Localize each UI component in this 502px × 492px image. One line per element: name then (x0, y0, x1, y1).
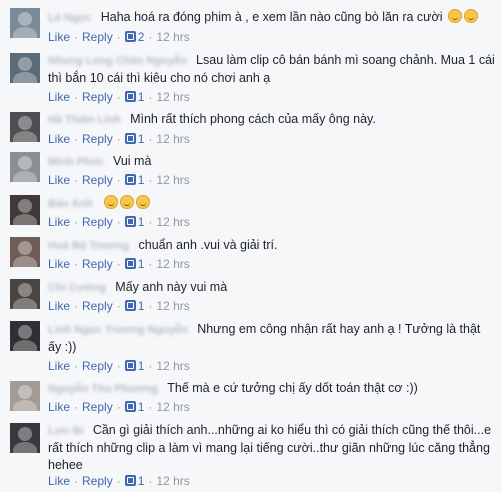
comment-text: Cần gì giải thích anh...những ai ko hiểu… (48, 423, 492, 472)
commenter-name[interactable]: Nhung Long Chân Nguyễn (48, 53, 187, 70)
commenter-name[interactable]: Bảo Anh (48, 196, 93, 213)
like-link[interactable]: Like (48, 257, 70, 271)
like-count-icon (124, 360, 136, 371)
reply-link[interactable]: Reply (82, 474, 113, 488)
like-count-icon (124, 174, 136, 185)
reply-link[interactable]: Reply (82, 215, 113, 229)
like-count[interactable]: 1 (138, 400, 145, 414)
like-link[interactable]: Like (48, 30, 70, 44)
comment-text: Haha hoá ra đóng phim à , e xem lần nào … (100, 10, 443, 24)
like-count[interactable]: 1 (138, 132, 145, 146)
like-link[interactable]: Like (48, 299, 70, 313)
reply-link[interactable]: Reply (82, 299, 113, 313)
comment-text: Thế mà e cứ tưởng chị ấy dốt toán thật c… (167, 381, 418, 395)
like-count[interactable]: 1 (138, 299, 145, 313)
like-count[interactable]: 1 (138, 215, 145, 229)
avatar[interactable] (10, 195, 40, 225)
timestamp[interactable]: 12 hrs (156, 299, 189, 313)
commenter-name[interactable]: Linh Ngọc Trương Nguyễn (48, 322, 188, 339)
commenter-name[interactable]: Hoà Bộ Trương (48, 238, 129, 255)
like-count[interactable]: 2 (138, 30, 145, 44)
commenter-name[interactable]: Minh Phúc (48, 154, 104, 171)
comment-text: Mình rất thích phong cách của mấy ông nà… (130, 112, 376, 126)
avatar[interactable] (10, 381, 40, 411)
timestamp[interactable]: 12 hrs (156, 132, 189, 146)
commenter-name[interactable]: Lê Ngọc (48, 10, 91, 27)
reply-link[interactable]: Reply (82, 30, 113, 44)
avatar[interactable] (10, 53, 40, 83)
like-count[interactable]: 1 (138, 90, 145, 104)
timestamp[interactable]: 12 hrs (156, 90, 189, 104)
like-link[interactable]: Like (48, 400, 70, 414)
like-count-icon (124, 401, 136, 412)
laughing-emoji-icon (447, 9, 462, 23)
avatar[interactable] (10, 423, 40, 453)
comment-text: Mấy anh này vui mà (115, 280, 228, 294)
like-count-icon (124, 91, 136, 102)
timestamp[interactable]: 12 hrs (156, 400, 189, 414)
like-count-icon (124, 300, 136, 311)
like-count-icon (124, 133, 136, 144)
like-count-icon (124, 475, 136, 486)
reply-link[interactable]: Reply (82, 400, 113, 414)
like-count-icon (124, 216, 136, 227)
timestamp[interactable]: 12 hrs (156, 30, 189, 44)
like-count[interactable]: 1 (138, 173, 145, 187)
comment-text: Vui mà (112, 154, 152, 168)
laughing-emoji-icon (136, 195, 151, 209)
like-link[interactable]: Like (48, 90, 70, 104)
avatar[interactable] (10, 279, 40, 309)
timestamp[interactable]: 12 hrs (156, 173, 189, 187)
laughing-emoji-icon (463, 9, 478, 23)
reply-link[interactable]: Reply (82, 359, 113, 373)
laughing-emoji-icon (120, 195, 135, 209)
avatar[interactable] (10, 112, 40, 142)
reply-link[interactable]: Reply (82, 257, 113, 271)
like-link[interactable]: Like (48, 474, 70, 488)
timestamp[interactable]: 12 hrs (156, 215, 189, 229)
like-count-icon (124, 31, 136, 42)
like-link[interactable]: Like (48, 132, 70, 146)
timestamp[interactable]: 12 hrs (156, 474, 189, 488)
avatar[interactable] (10, 8, 40, 38)
like-link[interactable]: Like (48, 173, 70, 187)
timestamp[interactable]: 12 hrs (156, 359, 189, 373)
like-link[interactable]: Like (48, 215, 70, 229)
like-count[interactable]: 1 (138, 474, 145, 488)
avatar[interactable] (10, 237, 40, 267)
reply-link[interactable]: Reply (82, 90, 113, 104)
commenter-name[interactable]: Nguyễn Thu Phương (48, 381, 158, 398)
avatar[interactable] (10, 321, 40, 351)
reply-link[interactable]: Reply (82, 132, 113, 146)
avatar[interactable] (10, 152, 40, 182)
comment-text: chuẩn anh .vui và giải trí. (138, 238, 278, 252)
commenter-name[interactable]: Hà Thiên Linh (48, 112, 121, 129)
like-count[interactable]: 1 (138, 359, 145, 373)
like-link[interactable]: Like (48, 359, 70, 373)
commenter-name[interactable]: Chi Cường (48, 280, 106, 297)
like-count[interactable]: 1 (138, 257, 145, 271)
laughing-emoji-icon (104, 195, 119, 209)
timestamp[interactable]: 12 hrs (156, 257, 189, 271)
reply-link[interactable]: Reply (82, 173, 113, 187)
commenter-name[interactable]: Lưu Bí (48, 423, 83, 440)
like-count-icon (124, 258, 136, 269)
